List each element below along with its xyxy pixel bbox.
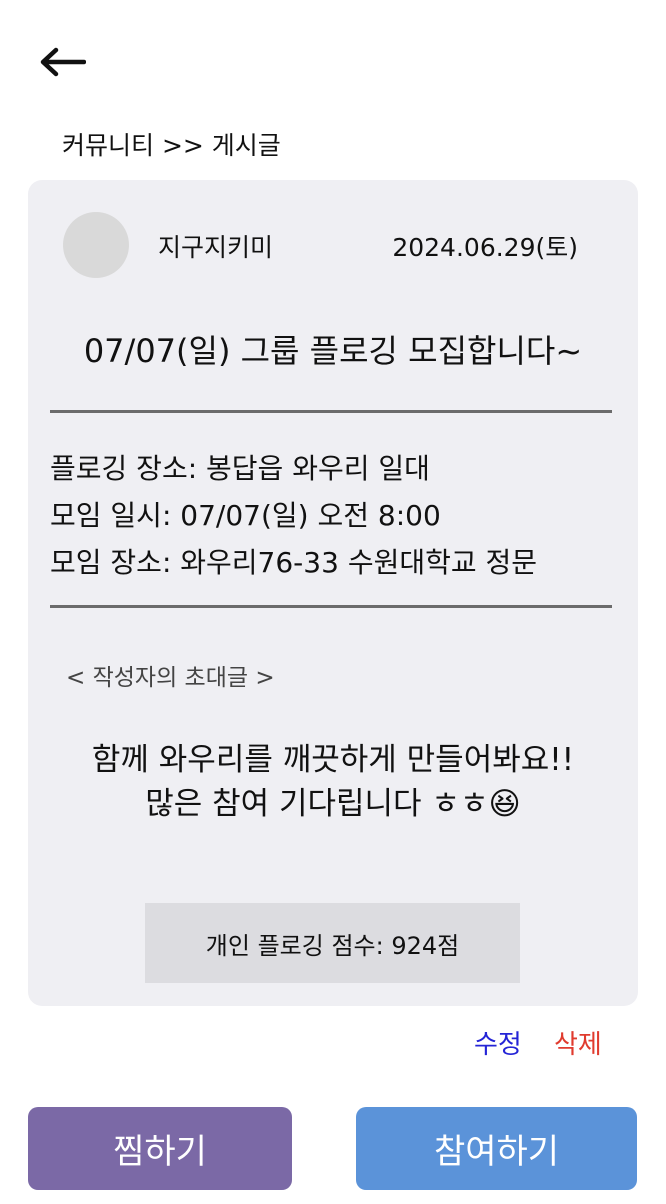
post-date: 2024.06.29(토) [392, 233, 578, 262]
back-button[interactable] [34, 38, 90, 86]
message-line: 함께 와우리를 깨끗하게 만들어봐요!! [91, 742, 575, 778]
divider [50, 605, 612, 608]
author-name: 지구지키미 [158, 233, 274, 262]
detail-meeting-place: 모임 장소: 와우리76-33 수원대학교 정문 [50, 546, 538, 579]
join-button[interactable]: 참여하기 [356, 1107, 637, 1190]
divider [50, 410, 612, 413]
invite-label: < 작성자의 초대글 > [66, 665, 275, 691]
breadcrumb: 커뮤니티 >> 게시글 [62, 131, 281, 160]
detail-location: 플로깅 장소: 봉답읍 와우리 일대 [50, 452, 430, 485]
post-card: 지구지키미 2024.06.29(토) 07/07(일) 그룹 플로깅 모집합니… [28, 180, 638, 1006]
avatar [63, 212, 129, 278]
message-line: 많은 참여 기다립니다 ㅎㅎ😆 [145, 786, 521, 822]
plogging-score: 개인 플로깅 점수: 924점 [145, 903, 520, 983]
invite-message: 함께 와우리를 깨끗하게 만들어봐요!! 많은 참여 기다립니다 ㅎㅎ😆 [28, 738, 638, 826]
post-title: 07/07(일) 그룹 플로깅 모집합니다~ [83, 332, 583, 370]
edit-button[interactable]: 수정 [474, 1024, 522, 1061]
detail-datetime: 모임 일시: 07/07(일) 오전 8:00 [50, 499, 441, 532]
delete-button[interactable]: 삭제 [554, 1024, 602, 1061]
arrow-left-icon [40, 47, 86, 77]
post-details: 플로깅 장소: 봉답읍 와우리 일대 모임 일시: 07/07(일) 오전 8:… [50, 445, 537, 586]
like-button[interactable]: 찜하기 [28, 1107, 292, 1190]
